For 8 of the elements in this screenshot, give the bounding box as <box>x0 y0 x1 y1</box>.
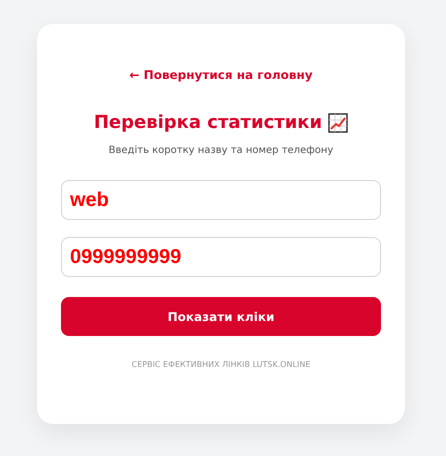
chart-icon <box>328 112 348 132</box>
input-field[interactable]: 0999999999 <box>61 237 381 277</box>
subtitle: Введіть коротку назву та номер телефону <box>108 145 334 156</box>
input-field[interactable]: web <box>61 180 381 220</box>
back-link[interactable]: ← Повернутися на головну <box>129 68 313 82</box>
page-title: Перевірка статистики <box>94 112 322 133</box>
footer-text: СЕРВІС ЕФЕКТИВНИХ ЛІНКІВ LUTSK.ONLINE <box>132 360 310 369</box>
show-clicks-button[interactable]: Показати кліки <box>61 297 381 336</box>
